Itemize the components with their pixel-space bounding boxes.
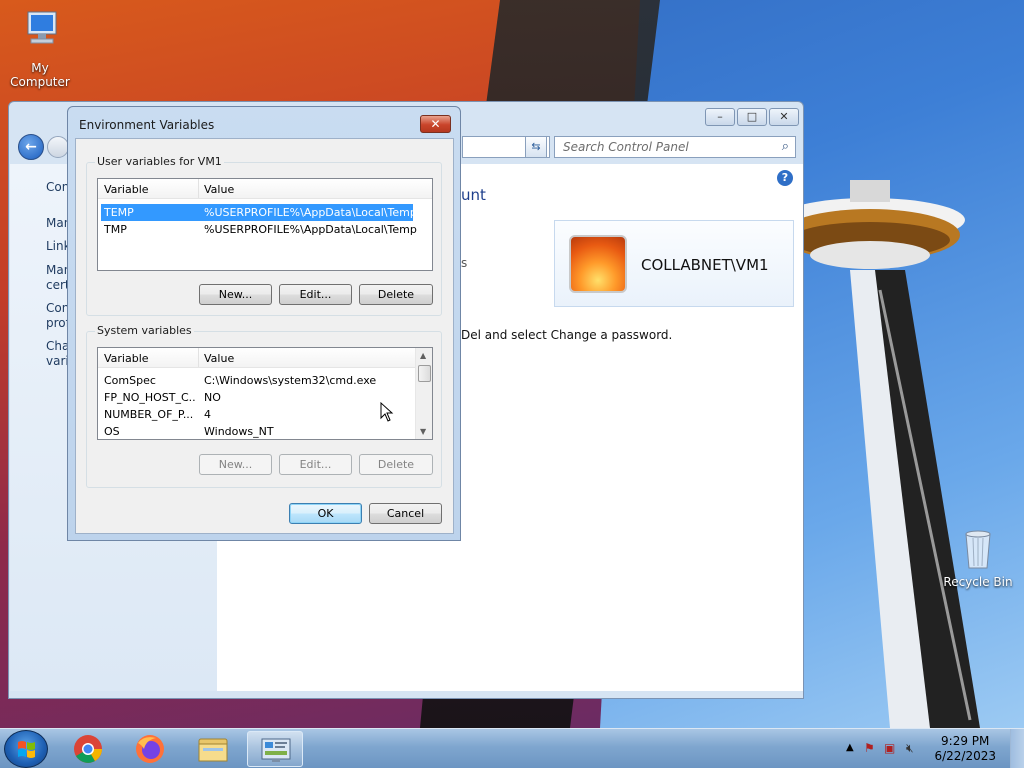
system-var-row[interactable]: OS Windows_NT [101, 423, 413, 439]
volume-muted-icon[interactable]: 🔇︎ [906, 741, 914, 756]
change-password-hint: Del and select Change a password. [461, 328, 673, 342]
forward-button[interactable] [47, 136, 69, 158]
my-computer-desktop-icon[interactable]: My Computer [2, 8, 78, 89]
user-variables-group: User variables for VM1 Variable Value TE… [86, 155, 442, 316]
column-header-value[interactable]: Value [204, 183, 234, 196]
my-computer-label: My Computer [10, 61, 70, 89]
dialog-close-button[interactable]: ✕ [420, 115, 451, 133]
taskbar-control-panel[interactable] [247, 731, 303, 767]
system-delete-button[interactable]: Delete [359, 454, 433, 475]
space-needle-illustration [780, 180, 980, 728]
page-title: unt [461, 186, 486, 204]
help-icon[interactable]: ? [777, 170, 793, 186]
system-tray: ▲ ⚑ ▣ 🔇︎ 9:29 PM 6/22/2023 [834, 729, 1024, 768]
user-edit-button[interactable]: Edit... [279, 284, 352, 305]
search-placeholder: Search Control Panel [563, 140, 689, 154]
folder-icon [198, 738, 228, 762]
user-new-button[interactable]: New... [199, 284, 272, 305]
var-value: %USERPROFILE%\AppData\Local\Temp [204, 206, 417, 219]
user-var-row-tmp[interactable]: TMP %USERPROFILE%\AppData\Local\Temp [101, 221, 417, 238]
windows-logo-icon [18, 741, 35, 758]
var-name: ComSpec [104, 374, 156, 387]
user-variables-list[interactable]: Variable Value TEMP %USERPROFILE%\AppDat… [97, 178, 433, 271]
recycle-bin-label: Recycle Bin [943, 575, 1013, 589]
back-button[interactable]: ← [18, 134, 44, 160]
nav-link-configure-profile[interactable]: Con [46, 301, 69, 316]
taskbar: ▲ ⚑ ▣ 🔇︎ 9:29 PM 6/22/2023 [0, 728, 1024, 768]
var-value: Windows_NT [204, 425, 274, 438]
user-list-header: Variable Value [98, 179, 432, 199]
recycle-bin-icon [965, 530, 991, 569]
scroll-down-icon[interactable]: ▼ [420, 427, 426, 436]
system-var-row[interactable]: NUMBER_OF_P... 4 [101, 406, 413, 423]
account-type-text: s [461, 256, 468, 270]
column-header-value[interactable]: Value [204, 352, 234, 365]
var-value: %USERPROFILE%\AppData\Local\Temp [204, 223, 417, 236]
var-name: TEMP [104, 206, 134, 219]
minimize-button[interactable]: – [705, 108, 735, 126]
refresh-icon: ⇆ [531, 140, 541, 153]
refresh-button[interactable]: ⇆ [525, 136, 547, 158]
user-avatar [569, 235, 627, 293]
action-center-icon[interactable]: ⚑ [864, 741, 875, 755]
control-panel-icon [261, 738, 291, 762]
ok-button[interactable]: OK [289, 503, 362, 524]
taskbar-firefox[interactable] [122, 731, 178, 767]
nav-link-change-env-vars[interactable]: Cha [46, 339, 69, 354]
var-name: NUMBER_OF_P... [104, 408, 194, 421]
column-separator[interactable] [198, 179, 199, 198]
window-controls: – □ ✕ [705, 108, 799, 126]
show-hidden-icons-icon[interactable]: ▲ [846, 742, 854, 753]
chrome-icon [74, 735, 102, 763]
clock-time: 9:29 PM [941, 734, 990, 748]
user-variables-label: User variables for VM1 [95, 155, 224, 168]
system-new-button[interactable]: New... [199, 454, 272, 475]
system-var-row[interactable]: ComSpec C:\Windows\system32\cmd.exe [101, 372, 413, 389]
column-header-variable[interactable]: Variable [104, 183, 149, 196]
recycle-bin-desktop-icon[interactable]: Recycle Bin [940, 526, 1016, 589]
system-variables-list[interactable]: Variable Value ComSpec C:\Windows\system… [97, 347, 433, 440]
firefox-icon [136, 735, 164, 763]
environment-variables-dialog: Environment Variables ✕ User variables f… [67, 106, 461, 541]
var-value: C:\Windows\system32\cmd.exe [204, 374, 377, 387]
dialog-body: User variables for VM1 Variable Value TE… [75, 138, 454, 534]
taskbar-chrome[interactable] [60, 731, 116, 767]
cancel-button[interactable]: Cancel [369, 503, 442, 524]
close-button[interactable]: ✕ [769, 108, 799, 126]
column-header-variable[interactable]: Variable [104, 352, 149, 365]
user-name: COLLABNET\VM1 [641, 256, 769, 274]
var-value: NO [204, 391, 221, 404]
var-name: FP_NO_HOST_C... [104, 391, 196, 404]
network-icon[interactable]: ▣ [884, 741, 895, 755]
show-desktop-button[interactable] [1010, 729, 1024, 768]
taskbar-file-explorer[interactable] [185, 731, 241, 767]
start-button[interactable] [4, 730, 48, 768]
arrow-left-icon: ← [25, 139, 37, 155]
user-account-card: COLLABNET\VM1 [554, 220, 794, 307]
var-name: TMP [104, 223, 127, 236]
scroll-up-icon[interactable]: ▲ [420, 351, 426, 360]
maximize-button[interactable]: □ [737, 108, 767, 126]
system-edit-button[interactable]: Edit... [279, 454, 352, 475]
var-name: OS [104, 425, 120, 438]
user-delete-button[interactable]: Delete [359, 284, 433, 305]
nav-link-control-panel-home[interactable]: Con [46, 180, 69, 195]
clock-date: 6/22/2023 [934, 749, 996, 763]
computer-icon [27, 11, 57, 44]
system-var-row[interactable]: FP_NO_HOST_C... NO [101, 389, 413, 406]
scroll-thumb[interactable] [418, 365, 431, 382]
mouse-cursor-icon [380, 402, 394, 422]
column-separator[interactable] [198, 348, 199, 367]
user-var-row-temp[interactable]: TEMP %USERPROFILE%\AppData\Local\Temp [101, 204, 417, 221]
dialog-title: Environment Variables [79, 118, 215, 132]
var-value: 4 [204, 408, 211, 421]
system-list-scrollbar[interactable]: ▲ ▼ [415, 348, 432, 439]
system-list-header: Variable Value [98, 348, 416, 368]
search-icon[interactable]: ⌕ [782, 139, 789, 154]
search-input[interactable]: Search Control Panel ⌕ [554, 136, 796, 158]
system-variables-label: System variables [95, 324, 194, 337]
clock[interactable]: 9:29 PM 6/22/2023 [934, 734, 996, 764]
